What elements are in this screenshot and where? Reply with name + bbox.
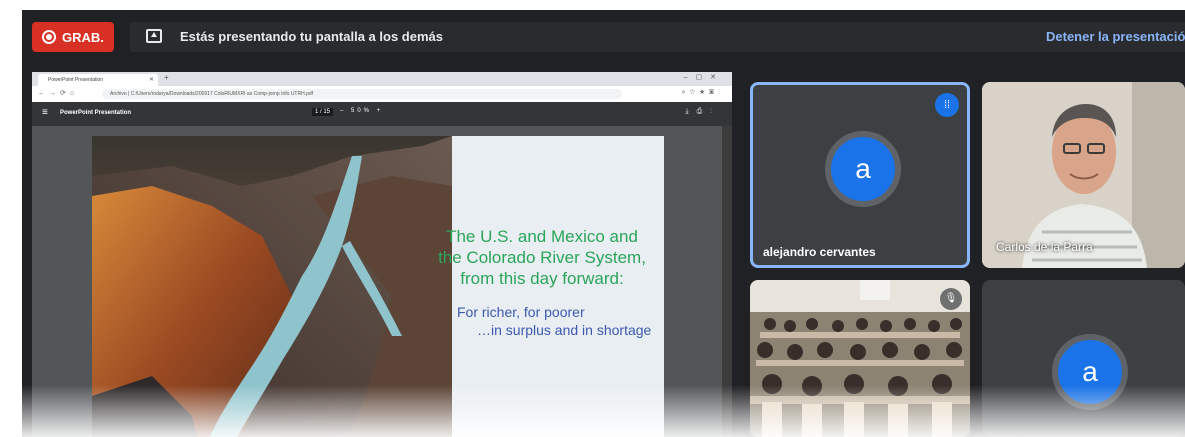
pdf-zoom-control[interactable]: – 50% + bbox=[340, 108, 383, 114]
shared-screen: PowerPoint Presentation ✕ + –▢✕ ←→⟳⌂ Arc… bbox=[32, 72, 732, 437]
avatar: a bbox=[1052, 334, 1128, 410]
participant-tile-classroom[interactable]: 🎙 bbox=[750, 280, 970, 437]
recording-label: GRAB. bbox=[62, 29, 104, 45]
browser-tab-strip: PowerPoint Presentation ✕ + –▢✕ bbox=[32, 72, 732, 86]
pdf-page-indicator[interactable]: 1 / 15 bbox=[312, 108, 334, 116]
browser-tab[interactable]: PowerPoint Presentation ✕ bbox=[38, 74, 158, 86]
participant-name: alejandro cervantes bbox=[763, 245, 876, 259]
browser-address-bar: ←→⟳⌂ Archivo | C:/Users/rodarya/Download… bbox=[32, 86, 732, 102]
avatar: a bbox=[825, 131, 901, 207]
page-margin bbox=[0, 0, 22, 437]
pdf-scrollbar[interactable] bbox=[722, 126, 732, 437]
mic-off-icon: 🎙 bbox=[940, 288, 962, 310]
menu-icon[interactable]: ≡ bbox=[42, 107, 48, 118]
speaking-indicator-icon: ⁞⁞ bbox=[935, 93, 959, 117]
browser-actions-icon[interactable]: ⌕☆★▣⋮ bbox=[682, 89, 724, 97]
top-bar: GRAB. Estás presentando tu pantalla a lo… bbox=[22, 10, 1185, 64]
presenting-banner: Estás presentando tu pantalla a los demá… bbox=[130, 22, 1185, 52]
meet-window: GRAB. Estás presentando tu pantalla a lo… bbox=[22, 10, 1185, 437]
participant-name: Carlos de la Parra bbox=[996, 240, 1093, 254]
window-controls-icon[interactable]: –▢✕ bbox=[684, 73, 724, 81]
present-screen-icon bbox=[146, 29, 162, 43]
record-icon bbox=[42, 30, 56, 44]
slide-subtitle-line2: …in surplus and in shortage bbox=[477, 322, 652, 338]
presenting-message: Estás presentando tu pantalla a los demá… bbox=[180, 29, 443, 44]
canyon-photo bbox=[92, 136, 452, 437]
stop-presenting-button[interactable]: Detener la presentació bbox=[1046, 29, 1185, 44]
new-tab-icon[interactable]: + bbox=[164, 73, 169, 82]
address-input[interactable]: Archivo | C:/Users/rodarya/Downloads/200… bbox=[102, 89, 622, 99]
participant-tile-carlos[interactable]: Carlos de la Parra bbox=[982, 82, 1185, 268]
pdf-title: PowerPoint Presentation bbox=[60, 110, 132, 116]
recording-button[interactable]: GRAB. bbox=[32, 22, 114, 52]
browser-tab-title: PowerPoint Presentation bbox=[48, 77, 104, 83]
download-print-icon[interactable]: ⤓⎙⋮ bbox=[686, 108, 720, 116]
slide-title: The U.S. and Mexico and the Colorado Riv… bbox=[438, 227, 646, 288]
pdf-page-area: The U.S. and Mexico and the Colorado Riv… bbox=[32, 126, 732, 437]
close-icon[interactable]: ✕ bbox=[149, 74, 154, 86]
slide-subtitle-line1: For richer, for poorer bbox=[457, 304, 585, 320]
slide: The U.S. and Mexico and the Colorado Riv… bbox=[92, 136, 664, 437]
participant-tile-a[interactable]: a bbox=[982, 280, 1185, 437]
participant-video bbox=[750, 280, 970, 437]
navigation-icon[interactable]: ←→⟳⌂ bbox=[38, 89, 78, 97]
pdf-toolbar: ≡ PowerPoint Presentation 1 / 15 – 50% +… bbox=[32, 102, 732, 126]
participant-tile-alejandro[interactable]: ⁞⁞ a alejandro cervantes bbox=[750, 82, 970, 268]
